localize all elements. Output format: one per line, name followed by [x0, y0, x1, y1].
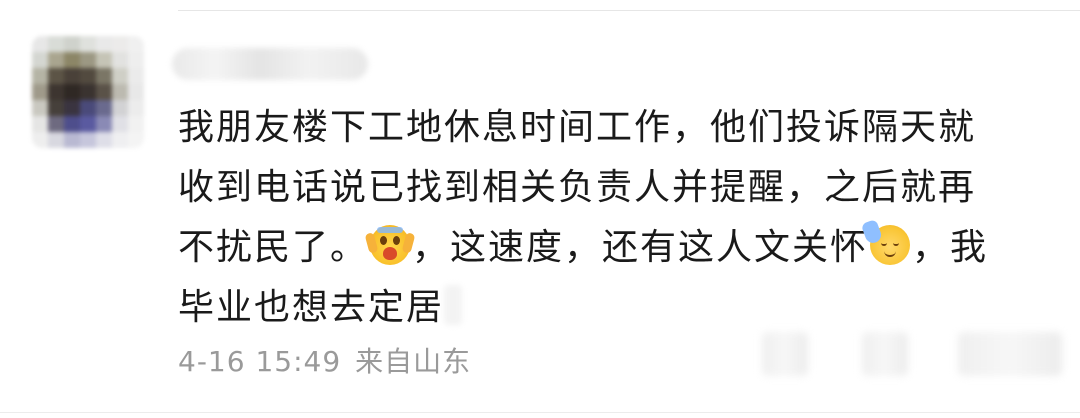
comment-meta: 4-16 15:49 来自山东: [178, 340, 485, 380]
like-button-blurred[interactable]: [958, 332, 1062, 376]
username-blurred[interactable]: [172, 48, 368, 80]
bottom-divider: [0, 412, 1080, 413]
blurred-trailing-content: [444, 285, 463, 325]
comment-line-3: 不扰民了。 ，这速度，还有这人文关怀 ，我: [178, 218, 1058, 278]
avatar[interactable]: [32, 36, 144, 148]
comment-item: 我朋友楼下工地休息时间工作，他们投诉隔天就 收到电话说已找到相关负责人并提醒，之…: [0, 0, 1080, 418]
reply-button-blurred[interactable]: [762, 332, 808, 376]
screaming-face-emoji-icon: [364, 225, 416, 265]
comment-location: 来自山东: [355, 345, 472, 378]
comment-line-4: 毕业也想去定居: [178, 278, 1058, 338]
comment-line-1: 我朋友楼下工地休息时间工作，他们投诉隔天就: [178, 107, 977, 148]
comment-timestamp: 4-16 15:49: [178, 345, 342, 378]
saluting-face-emoji-icon: [860, 218, 911, 265]
comment-text: 我朋友楼下工地休息时间工作，他们投诉隔天就 收到电话说已找到相关负责人并提醒，之…: [178, 98, 1058, 338]
share-button-blurred[interactable]: [862, 332, 908, 376]
comment-line-2: 收到电话说已找到相关负责人并提醒，之后就再: [178, 167, 977, 208]
